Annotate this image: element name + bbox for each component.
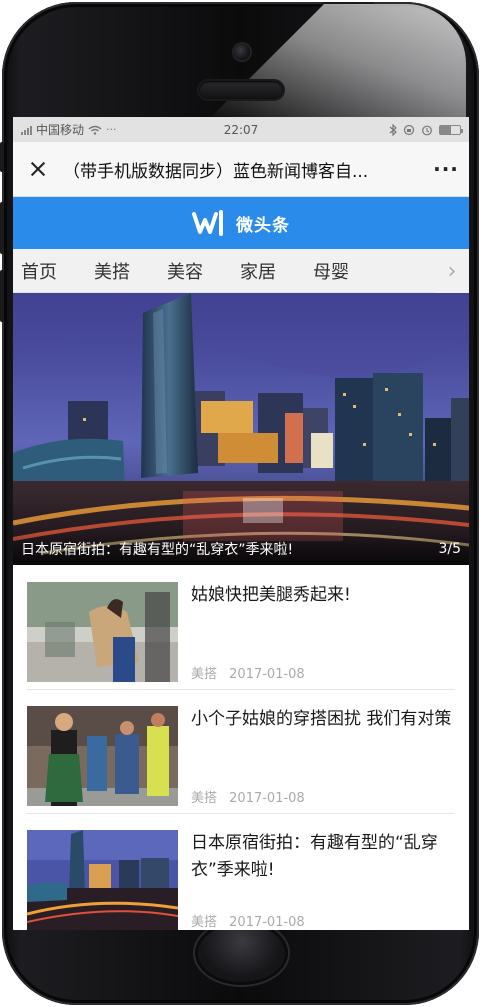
volume-down-button — [0, 270, 4, 322]
bluetooth-icon — [389, 123, 397, 136]
volume-up-button — [0, 202, 4, 254]
article-title: 姑娘快把美腿秀起来! — [191, 585, 351, 605]
brand-header: 微头条 — [13, 197, 469, 249]
more-options-icon[interactable]: ··· — [433, 157, 459, 181]
page-title: （带手机版数据同步）蓝色新闻博客自... — [63, 161, 369, 182]
nav-item-beauty[interactable]: 美容 — [167, 258, 203, 284]
rotation-lock-icon — [403, 124, 415, 135]
hero-image — [13, 293, 469, 565]
nav-item-home-living[interactable]: 家居 — [240, 258, 276, 284]
article-meta: 美搭 2017-01-08 — [191, 663, 305, 682]
status-bar: 中国移动 ··· 22:07 — [13, 117, 469, 142]
article-title: 日本原宿街拍：有趣有型的“乱穿衣”季来啦! — [191, 833, 438, 880]
brand-logo-icon — [192, 210, 223, 236]
mute-switch — [0, 142, 4, 172]
article-date: 2017-01-08 — [229, 791, 305, 806]
list-item[interactable]: 姑娘快把美腿秀起来! 美搭 2017-01-08 — [13, 565, 469, 689]
home-button[interactable] — [198, 924, 285, 982]
list-item[interactable]: 日本原宿街拍：有趣有型的“乱穿衣”季来啦! 美搭 2017-01-08 — [13, 813, 469, 930]
carrier-label: 中国移动 — [36, 123, 85, 137]
article-date: 2017-01-08 — [229, 915, 305, 930]
article-category: 美搭 — [191, 791, 218, 806]
list-item[interactable]: 小个子姑娘的穿搭困扰 我们有对策 美搭 2017-01-08 — [13, 689, 469, 813]
signal-icon — [21, 125, 32, 135]
front-camera — [234, 44, 250, 60]
article-category: 美搭 — [191, 915, 218, 930]
brand-name: 微头条 — [236, 215, 290, 236]
article-thumbnail — [27, 830, 178, 930]
article-meta: 美搭 2017-01-08 — [191, 911, 305, 930]
nav-item-home[interactable]: 首页 — [21, 258, 57, 284]
hero-carousel[interactable]: 日本原宿街拍：有趣有型的“乱穿衣”季来啦! 3/5 — [13, 293, 469, 565]
loading-dots-icon: ··· — [106, 123, 117, 136]
article-thumbnail — [27, 706, 178, 806]
article-meta: 美搭 2017-01-08 — [191, 787, 305, 806]
close-icon[interactable] — [27, 158, 49, 180]
article-list: 姑娘快把美腿秀起来! 美搭 2017-01-08 小个子姑娘的穿搭困扰 我们有对… — [13, 565, 469, 930]
battery-icon — [439, 124, 463, 135]
hero-caption: 日本原宿街拍：有趣有型的“乱穿衣”季来啦! — [21, 542, 294, 558]
earpiece-speaker — [199, 81, 283, 99]
hero-pager: 3/5 — [438, 541, 461, 557]
article-category: 美搭 — [191, 667, 218, 682]
hero-caption-bar: 日本原宿街拍：有趣有型的“乱穿衣”季来啦! 3/5 — [13, 533, 469, 565]
title-bar: （带手机版数据同步）蓝色新闻博客自... ··· — [13, 142, 469, 197]
article-date: 2017-01-08 — [229, 667, 305, 682]
nav-next-chevron-icon[interactable]: › — [435, 249, 469, 293]
nav-item-mother-baby[interactable]: 母婴 — [313, 258, 349, 284]
category-nav: 首页 美搭 美容 家居 母婴 › — [13, 249, 469, 293]
screen: 中国移动 ··· 22:07 （带手机版数据同步）蓝色新闻博客自... ··· … — [13, 117, 469, 930]
wifi-icon — [88, 125, 102, 135]
article-thumbnail — [27, 582, 178, 682]
article-title: 小个子姑娘的穿搭困扰 我们有对策 — [191, 709, 452, 729]
alarm-icon — [422, 125, 432, 135]
nav-item-fashion[interactable]: 美搭 — [94, 258, 130, 284]
status-time: 22:07 — [223, 122, 259, 137]
